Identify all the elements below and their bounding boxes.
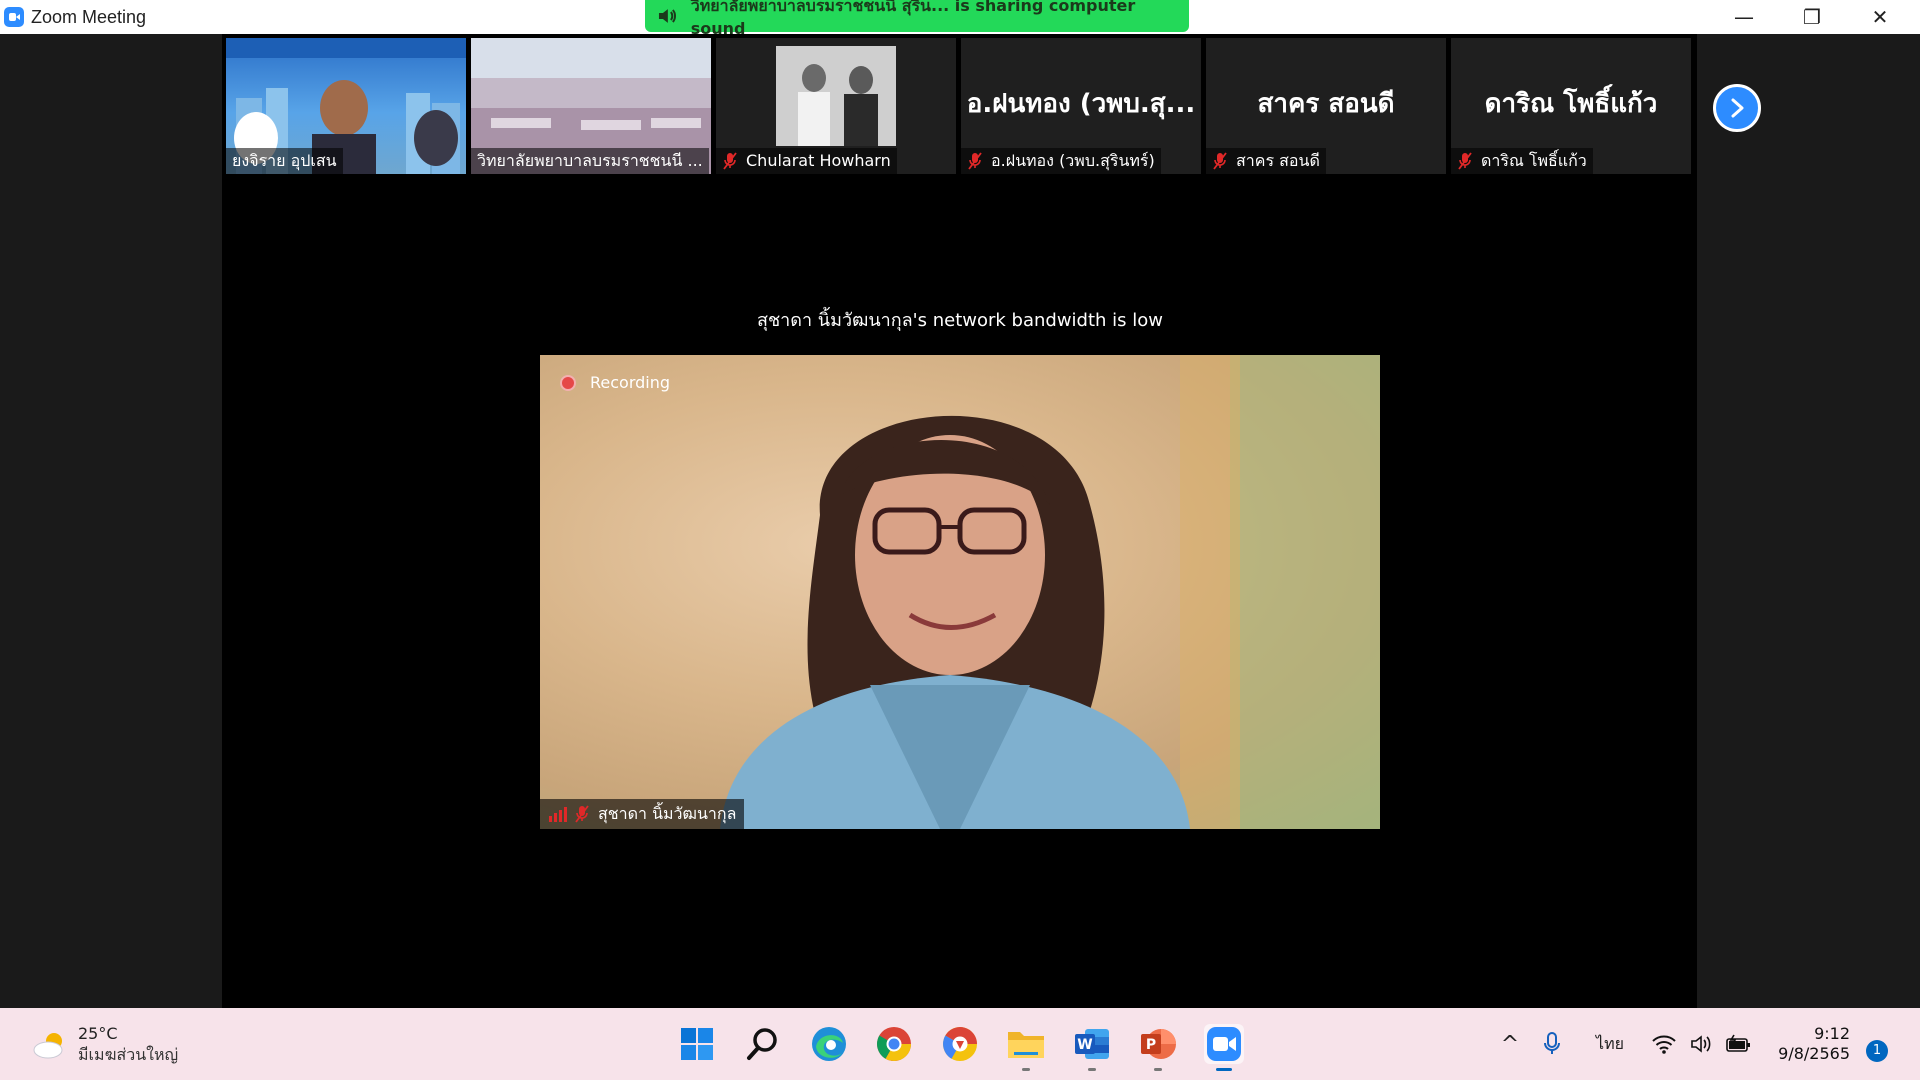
participant-name: ยงจิราย อุปเสน [232, 151, 337, 170]
chrome-alt-icon [943, 1027, 977, 1061]
recording-icon [560, 374, 576, 391]
participant-name: อ.ฝนทอง (วพบ.สุรินทร์) [991, 151, 1155, 170]
wifi-icon [1652, 1035, 1676, 1054]
recording-indicator: Recording [560, 373, 670, 392]
input-language-button[interactable]: ไทย [1592, 1032, 1628, 1056]
maximize-button[interactable]: ❐ [1778, 0, 1846, 34]
speaker-icon [658, 9, 676, 23]
volume-icon [1691, 1035, 1711, 1053]
microphone-icon [1544, 1032, 1560, 1054]
weather-text: 25°C มีเมฆส่วนใหญ่ [78, 1024, 178, 1066]
search-icon [747, 1028, 777, 1060]
recording-label: Recording [590, 373, 671, 392]
speaker-video-feed [720, 355, 1380, 829]
participant-tile[interactable]: อ.ฝนทอง (วพบ.สุ... อ.ฝนทอง (วพบ.สุรินทร์… [961, 38, 1201, 174]
running-indicator [1154, 1068, 1162, 1071]
participant-tile[interactable]: Chularat Howharn [716, 38, 956, 174]
battery-tray-button[interactable] [1724, 1032, 1754, 1056]
close-button[interactable]: ✕ [1846, 0, 1914, 34]
running-indicator [1022, 1068, 1030, 1071]
chevron-right-icon [1731, 98, 1744, 118]
chrome-icon [877, 1027, 911, 1061]
zoom-icon [1207, 1027, 1241, 1061]
chrome-profile-app-button[interactable] [940, 1024, 980, 1064]
share-banner-text: วิทยาลัยพยาบาลบรมราชชนนี สุริน... is sha… [690, 0, 1136, 38]
participant-tile[interactable]: ยงจิราย อุปเสน [226, 38, 466, 174]
mic-muted-icon [723, 152, 737, 170]
chrome-app-button[interactable] [874, 1024, 914, 1064]
weather-widget[interactable]: 25°C มีเมฆส่วนใหญ่ [30, 1024, 178, 1066]
volume-tray-button[interactable] [1688, 1032, 1716, 1056]
participant-name-tag: สาคร สอนดี [1206, 148, 1326, 174]
edge-icon [812, 1027, 846, 1061]
participant-name: สาคร สอนดี [1236, 151, 1320, 170]
zoom-logo-icon [4, 7, 24, 27]
file-explorer-icon [1008, 1032, 1044, 1058]
running-indicator [1088, 1068, 1096, 1071]
next-page-button[interactable] [1713, 84, 1761, 132]
powerpoint-icon: P [1141, 1029, 1176, 1059]
show-hidden-icons-button[interactable]: ^ [1498, 1032, 1522, 1057]
participant-display-name: สาคร สอนดี [1257, 89, 1395, 119]
clock-time: 9:12 [1814, 1024, 1850, 1043]
participant-name-tag: อ.ฝนทอง (วพบ.สุรินทร์) [961, 148, 1161, 174]
participant-name: Chularat Howharn [746, 151, 891, 170]
participant-display-name: ดาริณ โพธิ์แก้ว [1484, 89, 1658, 119]
bandwidth-warning: สุชาดา นิ้มวัฒนากุล's network bandwidth … [756, 310, 1164, 331]
battery-charging-icon [1726, 1034, 1750, 1052]
weather-description: มีเมฆส่วนใหญ่ [78, 1045, 179, 1064]
participant-name-tag: ยงจิราย อุปเสน [226, 148, 343, 174]
windows-start-icon [681, 1028, 713, 1060]
clock-date: 9/8/2565 [1778, 1044, 1850, 1063]
zoom-app-button[interactable] [1204, 1024, 1244, 1071]
svg-text:W: W [1077, 1037, 1092, 1053]
participant-name-tag: วิทยาลัยพยาบาลบรมราชชนนี ... [471, 148, 709, 174]
participant-display-name: อ.ฝนทอง (วพบ.สุ... [966, 89, 1196, 119]
taskbar: 25°C มีเมฆส่วนใหญ่ W P ^ ไทย 9:12 9/8/25… [0, 1008, 1920, 1080]
microphone-tray-button[interactable] [1540, 1032, 1564, 1056]
sharing-sound-banner[interactable]: วิทยาลัยพยาบาลบรมราชชนนี สุริน... is sha… [645, 0, 1189, 38]
edge-app-button[interactable] [809, 1024, 849, 1064]
mic-muted-icon [1458, 152, 1472, 170]
participant-name-tag: ดาริณ โพธิ์แก้ว [1451, 148, 1593, 174]
word-app-button[interactable]: W [1072, 1024, 1112, 1071]
wifi-tray-button[interactable] [1650, 1032, 1678, 1056]
powerpoint-app-button[interactable]: P [1138, 1024, 1178, 1071]
partly-cloudy-icon [33, 1033, 63, 1059]
notification-badge[interactable]: 1 [1866, 1040, 1888, 1062]
active-app-indicator [1216, 1068, 1232, 1071]
svg-text:P: P [1146, 1037, 1156, 1053]
speaker-name-tag: สุชาดา นิ้มวัฒนากุล [540, 799, 745, 829]
window-title: Zoom Meeting [31, 7, 147, 27]
word-icon: W [1075, 1029, 1109, 1059]
active-speaker-video[interactable]: Recording สุชาดา นิ้มวัฒนากุล [540, 355, 1380, 829]
participant-name: วิทยาลัยพยาบาลบรมราชชนนี ... [477, 151, 703, 170]
file-explorer-app-button[interactable] [1006, 1024, 1046, 1071]
search-button[interactable] [743, 1024, 783, 1064]
mic-muted-icon [1213, 152, 1227, 170]
speaker-name: สุชาดา นิ้มวัฒนากุล [598, 803, 737, 823]
participant-name: ดาริณ โพธิ์แก้ว [1481, 151, 1587, 170]
participant-tile[interactable]: สาคร สอนดี สาคร สอนดี [1206, 38, 1446, 174]
participant-tile[interactable]: วิทยาลัยพยาบาลบรมราชชนนี ... [471, 38, 711, 174]
participant-tile[interactable]: ดาริณ โพธิ์แก้ว ดาริณ โพธิ์แก้ว [1451, 38, 1691, 174]
system-clock[interactable]: 9:12 9/8/2565 [1770, 1024, 1850, 1064]
mic-muted-icon [575, 805, 589, 823]
weather-temperature: 25°C [78, 1024, 118, 1043]
participant-name-tag: Chularat Howharn [716, 148, 897, 174]
minimize-button[interactable]: — [1710, 0, 1778, 34]
start-button[interactable] [677, 1024, 717, 1064]
low-signal-icon [549, 807, 567, 822]
mic-muted-icon [968, 152, 982, 170]
